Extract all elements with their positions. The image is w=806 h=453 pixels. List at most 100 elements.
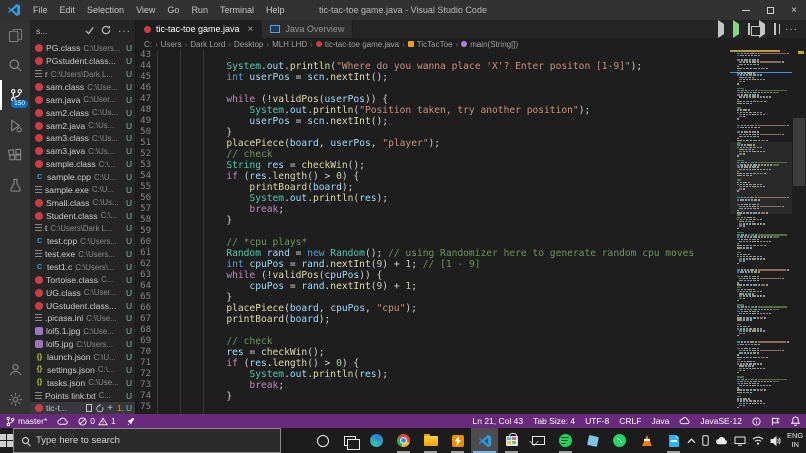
changed-file-row[interactable]: Ctest.cppC:\Users...U bbox=[30, 235, 135, 248]
volume-icon[interactable] bbox=[770, 436, 781, 446]
activity-source-control[interactable]: 150 bbox=[0, 80, 30, 110]
activity-run-debug[interactable] bbox=[0, 110, 30, 140]
start-button[interactable] bbox=[0, 428, 13, 453]
activity-extensions[interactable] bbox=[0, 140, 30, 170]
wifi-icon[interactable] bbox=[752, 436, 764, 445]
language-mode[interactable]: Java bbox=[651, 416, 669, 426]
code-editor[interactable]: 4344 System.out.println("Where do you wa… bbox=[136, 50, 806, 414]
changed-file-row[interactable]: sample.exeC:\U...U bbox=[30, 183, 135, 196]
eol-sequence[interactable]: CRLF bbox=[619, 416, 641, 426]
cloud-status[interactable] bbox=[679, 417, 690, 425]
breadcrumb-item[interactable]: TicTacToe bbox=[408, 40, 453, 49]
display-icon[interactable] bbox=[734, 436, 746, 446]
changed-file-row[interactable]: Ctest1.cC:\Users\...U bbox=[30, 261, 135, 274]
commit-button[interactable] bbox=[85, 26, 94, 37]
activity-account[interactable] bbox=[0, 354, 30, 384]
changed-file-row[interactable]: lol5.jpgC:\Users...U bbox=[30, 338, 135, 351]
editor-scrollbar[interactable] bbox=[792, 50, 806, 414]
changed-file-row[interactable]: Student.classC:\...U bbox=[30, 209, 135, 222]
phone-icon[interactable] bbox=[702, 435, 709, 446]
changed-file-row[interactable]: rC:\Users\Dark L...U bbox=[30, 68, 135, 81]
changed-file-row[interactable]: sam2.javaC:\Us...U bbox=[30, 119, 135, 132]
document-app-button[interactable] bbox=[660, 428, 687, 453]
jdk-version[interactable]: JavaSE-12 bbox=[700, 416, 742, 426]
encoding[interactable]: UTF-8 bbox=[585, 416, 609, 426]
stage-changes-button[interactable]: + bbox=[107, 403, 113, 414]
feedback-button[interactable] bbox=[771, 417, 781, 426]
split-editor-button[interactable] bbox=[774, 24, 776, 34]
menu-selection[interactable]: Selection bbox=[81, 0, 130, 20]
debug-run-button[interactable] bbox=[733, 24, 739, 34]
breadcrumb-item[interactable]: Users bbox=[161, 40, 182, 49]
breadcrumb-item[interactable]: MLH LHD bbox=[272, 40, 307, 49]
changed-file-row[interactable]: sam3.javaC:\Us...U bbox=[30, 145, 135, 158]
activity-search[interactable] bbox=[0, 50, 30, 80]
changed-file-row[interactable]: UG.classC:\User...U bbox=[30, 286, 135, 299]
menu-help[interactable]: Help bbox=[260, 0, 291, 20]
hidden-icons-chevron[interactable] bbox=[687, 438, 696, 444]
changed-file-row[interactable]: {}tasks.jsonC:\Use...U bbox=[30, 376, 135, 389]
changed-file-row[interactable]: .picasa.iniC:\Use...U bbox=[30, 312, 135, 325]
menu-file[interactable]: File bbox=[27, 0, 54, 20]
spotify-button[interactable] bbox=[552, 428, 579, 453]
changed-file-row[interactable]: Small.classC:\Us...U bbox=[30, 196, 135, 209]
changed-file-row[interactable]: tC:\Users\Dark L...U bbox=[30, 222, 135, 235]
vscode-taskbar-button[interactable] bbox=[471, 428, 498, 453]
changed-file-row[interactable]: {}settings.jsonC:\...U bbox=[30, 363, 135, 376]
menu-go[interactable]: Go bbox=[161, 0, 185, 20]
indentation[interactable]: Tab Size: 4 bbox=[533, 416, 575, 426]
onedrive-cloud-icon[interactable] bbox=[715, 436, 728, 445]
changed-file-row[interactable]: lol5.1.jpgC:\Use...U bbox=[30, 325, 135, 338]
changed-file-row[interactable]: PG.classC:\Users...U bbox=[30, 42, 135, 55]
close-tab-icon[interactable]: × bbox=[248, 24, 254, 35]
activity-explorer[interactable] bbox=[0, 20, 30, 50]
cursor-position[interactable]: Ln 21, Col 43 bbox=[473, 416, 524, 426]
tab-java-overview[interactable]: Java Overview bbox=[262, 20, 353, 38]
menu-edit[interactable]: Edit bbox=[54, 0, 82, 20]
breadcrumb-item[interactable]: C: bbox=[144, 40, 152, 49]
changed-file-row[interactable]: sam.javaC:\User...U bbox=[30, 93, 135, 106]
changed-file-row[interactable]: sam3.classC:\Us...U bbox=[30, 132, 135, 145]
edge-button[interactable] bbox=[363, 428, 390, 453]
tab-tic-tac-toe-game-java[interactable]: tic-tac-toe game.java× bbox=[136, 20, 262, 38]
changed-file-row[interactable]: UGstudent.class...U bbox=[30, 299, 135, 312]
mail-button[interactable] bbox=[525, 428, 552, 453]
changed-file-row[interactable]: Tortoise.classC...U bbox=[30, 273, 135, 286]
changed-file-row[interactable]: tic-t...+1,U bbox=[30, 402, 135, 414]
more-button[interactable]: ··· bbox=[118, 26, 131, 37]
whatsapp-button[interactable] bbox=[606, 428, 633, 453]
orange-app-button[interactable] bbox=[444, 428, 471, 453]
breadcrumb-item[interactable]: Dark Lord bbox=[190, 40, 225, 49]
breadcrumb-item[interactable]: Desktop bbox=[234, 40, 263, 49]
menu-terminal[interactable]: Terminal bbox=[214, 0, 260, 20]
menu-view[interactable]: View bbox=[130, 0, 161, 20]
chrome-button[interactable] bbox=[390, 428, 417, 453]
changed-file-row[interactable]: sample.classC:\...U bbox=[30, 158, 135, 171]
language-indicator[interactable]: ENGIN bbox=[787, 432, 803, 449]
refresh-button[interactable] bbox=[101, 25, 111, 37]
activity-testing[interactable] bbox=[0, 170, 30, 200]
problems-indicator[interactable]: 0 1 bbox=[78, 416, 115, 426]
activity-settings[interactable] bbox=[0, 384, 30, 414]
cortana-button[interactable] bbox=[309, 428, 336, 453]
open-changes-button[interactable] bbox=[748, 24, 750, 34]
changed-file-row[interactable]: sam.classC:\Use...U bbox=[30, 81, 135, 94]
menu-run[interactable]: Run bbox=[185, 0, 214, 20]
run-button[interactable] bbox=[718, 24, 724, 34]
taskbar-search-box[interactable]: Type here to search bbox=[13, 428, 281, 453]
changed-file-row[interactable]: {}launch.jsonC:\U...U bbox=[30, 351, 135, 364]
minimap[interactable] bbox=[730, 50, 792, 414]
scrollbar-thumb[interactable] bbox=[793, 118, 805, 186]
minimize-button[interactable] bbox=[734, 0, 758, 20]
file-explorer-button[interactable] bbox=[417, 428, 444, 453]
notifications-button[interactable] bbox=[791, 416, 800, 426]
java-ready-indicator[interactable] bbox=[126, 416, 136, 426]
vlc-button[interactable] bbox=[633, 428, 660, 453]
discard-changes-button[interactable] bbox=[95, 404, 104, 413]
microsoft-store-button[interactable] bbox=[498, 428, 525, 453]
changed-file-row[interactable]: PGstudent.class...U bbox=[30, 55, 135, 68]
more-actions-button[interactable]: ··· bbox=[785, 24, 798, 35]
breadcrumb-item[interactable]: tic-tac-toe game.java bbox=[316, 40, 399, 49]
open-file-button[interactable] bbox=[86, 404, 92, 412]
git-branch-indicator[interactable]: master* bbox=[6, 416, 47, 427]
